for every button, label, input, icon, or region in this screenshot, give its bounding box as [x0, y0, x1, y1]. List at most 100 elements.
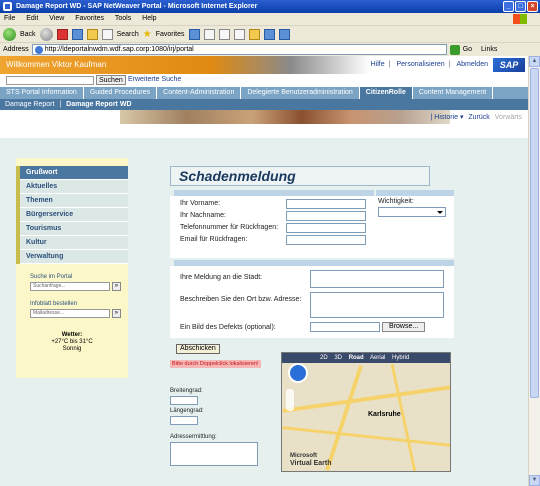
- subtab-damage-report[interactable]: Damage Report: [5, 101, 54, 108]
- sidebar-item-aktuelles[interactable]: Aktuelles: [16, 180, 128, 194]
- help-link[interactable]: Hilfe: [371, 61, 385, 68]
- map-pan-compass-icon[interactable]: [288, 363, 308, 383]
- tab-content-management[interactable]: Content Management: [413, 87, 494, 99]
- edit-icon[interactable]: [233, 28, 245, 40]
- history-nav: | Historie ▾ Zurück Vorwärts: [430, 114, 523, 121]
- latitude-input[interactable]: [170, 396, 198, 405]
- sidebar-search-input[interactable]: Suchanfrage...: [30, 282, 110, 291]
- forward-link[interactable]: Vorwärts: [495, 114, 522, 121]
- tab-guided-procedures[interactable]: Guided Procedures: [84, 87, 158, 99]
- location-textarea[interactable]: [310, 292, 444, 318]
- menu-tools[interactable]: Tools: [115, 15, 131, 22]
- map-mode-2d[interactable]: 2D: [320, 355, 328, 361]
- address-lookup-textarea[interactable]: [170, 442, 258, 466]
- go-button[interactable]: Go: [463, 46, 472, 53]
- mail-icon[interactable]: [203, 28, 215, 40]
- scroll-down-arrow-icon[interactable]: ▼: [529, 475, 540, 486]
- content-area: Grußwort Aktuelles Themen Bürgerservice …: [0, 138, 528, 486]
- close-button[interactable]: ×: [527, 1, 538, 12]
- back-arrow-icon[interactable]: [3, 27, 16, 41]
- longitude-label: Längengrad:: [170, 408, 204, 414]
- newsletter-go-icon[interactable]: »: [111, 309, 121, 318]
- map-mode-3d[interactable]: 3D: [334, 355, 342, 361]
- sidebar-search-go-icon[interactable]: »: [111, 282, 121, 291]
- phone-input[interactable]: [286, 223, 366, 233]
- menu-view[interactable]: View: [49, 15, 64, 22]
- last-name-input[interactable]: [286, 211, 366, 221]
- sidebar-item-tourismus[interactable]: Tourismus: [16, 222, 128, 236]
- page-scrollbar[interactable]: ▲ ▼: [528, 56, 540, 486]
- tab-content-administration[interactable]: Content-Administration: [157, 87, 242, 99]
- menu-bar: File Edit View Favorites Tools Help: [0, 13, 540, 25]
- stop-icon[interactable]: [56, 28, 68, 40]
- messenger-icon[interactable]: [278, 28, 290, 40]
- minimize-button[interactable]: _: [503, 1, 514, 12]
- sidebar-item-themen[interactable]: Themen: [16, 194, 128, 208]
- back-button[interactable]: Back: [20, 31, 36, 38]
- back-link[interactable]: Zurück: [468, 114, 489, 121]
- sidebar-item-buergerservice[interactable]: Bürgerservice: [16, 208, 128, 222]
- subtab-damage-report-wd[interactable]: Damage Report WD: [66, 101, 131, 108]
- address-input[interactable]: http://ldeportalnwdm.wdf.sap.corp:1080/i…: [31, 44, 447, 55]
- favorites-button[interactable]: Favorites: [156, 31, 185, 38]
- go-arrow-icon[interactable]: [449, 44, 460, 55]
- tab-sts-portal-information[interactable]: STS Portal Information: [0, 87, 84, 99]
- virtual-earth-map[interactable]: 2D 3D Road Aerial Hybrid Karlsruhe Micro…: [281, 352, 451, 472]
- research-icon[interactable]: [263, 28, 275, 40]
- scroll-up-arrow-icon[interactable]: ▲: [529, 56, 540, 67]
- history-icon[interactable]: [188, 28, 200, 40]
- image-file-input[interactable]: [310, 322, 380, 332]
- map-mode-hybrid[interactable]: Hybrid: [392, 355, 409, 361]
- portal-search-input[interactable]: [6, 76, 94, 85]
- favorites-star-icon[interactable]: ★: [143, 29, 152, 40]
- address-lookup-label: Adressermittlung:: [170, 434, 217, 440]
- scroll-thumb[interactable]: [530, 68, 539, 398]
- maximize-button[interactable]: □: [515, 1, 526, 12]
- first-name-label: Ihr Vorname:: [180, 200, 221, 207]
- menu-file[interactable]: File: [4, 15, 15, 22]
- menu-favorites[interactable]: Favorites: [75, 15, 104, 22]
- first-name-input[interactable]: [286, 199, 366, 209]
- tab-delegated-user-admin[interactable]: Delegierte Benutzeradministration: [241, 87, 360, 99]
- history-link[interactable]: Historie: [434, 114, 458, 121]
- map-branding: Microsoft Virtual Earth: [290, 453, 332, 467]
- advanced-search-link[interactable]: Erweiterte Suche: [128, 76, 181, 83]
- map-mode-aerial[interactable]: Aerial: [370, 355, 385, 361]
- submit-button[interactable]: Abschicken: [176, 344, 220, 354]
- message-textarea[interactable]: [310, 270, 444, 288]
- importance-select[interactable]: [378, 207, 446, 217]
- browse-button[interactable]: Browse...: [382, 322, 426, 332]
- refresh-icon[interactable]: [71, 28, 83, 40]
- tab-citizenrolle[interactable]: CitizenRolle: [359, 87, 413, 99]
- sidebar-item-verwaltung[interactable]: Verwaltung: [16, 250, 128, 264]
- email-input[interactable]: [286, 235, 366, 245]
- sidebar: Grußwort Aktuelles Themen Bürgerservice …: [16, 158, 128, 378]
- windows-logo-icon: [513, 14, 527, 24]
- menu-edit[interactable]: Edit: [26, 15, 38, 22]
- window-title: Damage Report WD - SAP NetWeaver Portal …: [16, 3, 258, 10]
- forward-arrow-icon[interactable]: [39, 27, 53, 41]
- print-icon[interactable]: [218, 28, 230, 40]
- sidebar-item-kultur[interactable]: Kultur: [16, 236, 128, 250]
- logoff-link[interactable]: Abmelden: [456, 61, 488, 68]
- portal-header: Willkommen Viktor Kaufman Hilfe | Persona…: [0, 56, 528, 74]
- map-zoom-control[interactable]: [286, 389, 294, 411]
- email-label: Email für Rückfragen:: [180, 236, 248, 243]
- image-label: Ein Bild des Defekts (optional):: [180, 324, 276, 331]
- map-mode-road[interactable]: Road: [349, 355, 364, 361]
- links-button[interactable]: Links: [481, 46, 497, 53]
- message-label: Ihre Meldung an die Stadt:: [180, 274, 263, 281]
- menu-help[interactable]: Help: [142, 15, 156, 22]
- portal-search-button[interactable]: Suchen: [96, 75, 126, 85]
- last-name-label: Ihr Nachname:: [180, 212, 226, 219]
- home-icon[interactable]: [86, 28, 98, 40]
- newsletter-email-input[interactable]: Mailadresse...: [30, 309, 110, 318]
- longitude-input[interactable]: [170, 416, 198, 425]
- folder-icon[interactable]: [248, 28, 260, 40]
- search-button[interactable]: Search: [117, 31, 139, 38]
- personalize-link[interactable]: Personalisieren: [396, 61, 444, 68]
- search-icon[interactable]: [101, 28, 113, 40]
- portal-search-label: Suche im Portal: [30, 274, 73, 280]
- address-url: http://ldeportalnwdm.wdf.sap.corp:1080/i…: [44, 46, 194, 53]
- sidebar-item-grusswort[interactable]: Grußwort: [16, 166, 128, 180]
